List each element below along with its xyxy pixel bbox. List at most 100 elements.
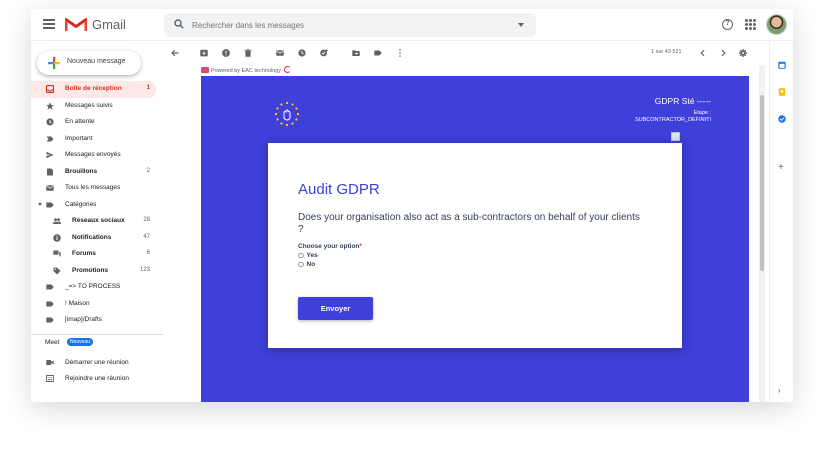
sidebar-item-label: Tous les messages (65, 184, 121, 191)
join-meeting-item[interactable]: Rejoindre une réunion (31, 371, 164, 387)
sidebar-item-label: Promotions (72, 266, 109, 274)
sidebar-item-important[interactable]: Important (31, 131, 156, 148)
radio-no[interactable] (298, 261, 304, 267)
sidebar-item-drafts[interactable]: Brouillons 2 (31, 164, 156, 181)
calendar-icon[interactable] (778, 61, 786, 69)
step-label: Etape : (693, 110, 711, 116)
people-icon (53, 218, 61, 224)
search-input[interactable] (192, 13, 492, 37)
meet-item-label: Démarrer une réunion (65, 359, 129, 366)
compose-button[interactable]: Nouveau message (37, 51, 141, 75)
item-count: 6 (146, 250, 150, 256)
more-icon[interactable] (396, 49, 404, 57)
sidebar-item-maison[interactable]: ! Maison (31, 296, 156, 313)
help-icon[interactable]: ? (722, 19, 733, 30)
sidebar-item-to-process[interactable]: _=> TO PROCESS (31, 279, 156, 296)
option-yes-label: Yes (306, 252, 318, 259)
radio-yes[interactable] (298, 252, 304, 258)
item-count: 2 (146, 167, 150, 174)
important-icon (46, 136, 54, 141)
label-icon (46, 317, 54, 323)
scrollbar-thumb[interactable] (760, 95, 764, 271)
snooze-icon[interactable] (298, 49, 306, 57)
move-to-icon[interactable] (352, 49, 360, 57)
next-icon[interactable] (719, 49, 727, 57)
add-task-icon[interactable] (320, 49, 328, 57)
option-no-label: No (306, 261, 316, 268)
send-icon (46, 151, 54, 159)
sidebar-item-snoozed[interactable]: En attente (31, 114, 156, 131)
powered-by-text: Powered by EAC technology (211, 68, 282, 74)
sidebar-item-label: Notifications (72, 233, 112, 241)
question-text: Does your organisation also act as a sub… (298, 212, 640, 235)
start-meeting-item[interactable]: Démarrer une réunion (31, 355, 164, 371)
sidebar-item-label: Réseaux sociaux (72, 217, 125, 224)
sidebar-item-label: Boîte de réception (65, 85, 122, 92)
report-spam-icon[interactable] (222, 49, 230, 57)
settings-icon[interactable] (739, 49, 747, 57)
delete-icon[interactable] (244, 49, 252, 57)
eac-logo-icon (201, 67, 209, 73)
refresh-icon[interactable] (284, 66, 292, 73)
sidebar-item-label: Brouillons (65, 167, 98, 175)
step-name: SUBCONTRACTOR_DEFINITI (635, 117, 711, 123)
account-avatar[interactable] (766, 14, 787, 35)
sidebar-item-starred[interactable]: Messages suivis (31, 98, 156, 115)
tag-icon (53, 267, 61, 274)
search-bar[interactable] (164, 13, 536, 37)
step-box (671, 132, 680, 141)
gmail-logo-icon[interactable] (65, 16, 87, 32)
send-button[interactable]: Envoyer (298, 297, 373, 320)
inbox-icon (46, 85, 54, 93)
pagination-text: 1 sur 43 521 (651, 49, 682, 55)
left-sidebar: Nouveau message Boîte de réception 1 Mes… (31, 41, 164, 402)
expand-panel-icon[interactable]: › (778, 386, 781, 395)
tasks-icon[interactable] (778, 115, 786, 123)
forum-icon (53, 250, 61, 257)
sidebar-item-label: ! Maison (65, 299, 90, 307)
sidebar-item-label: En attente (65, 118, 95, 125)
expand-caret-icon[interactable] (38, 202, 42, 206)
sidebar-item-inbox[interactable]: Boîte de réception 1 (31, 81, 156, 98)
sidebar-item-sent[interactable]: Messages envoyés (31, 147, 156, 164)
video-icon (46, 360, 54, 365)
folder-list: Boîte de réception 1 Messages suivis En … (31, 81, 164, 329)
archive-icon[interactable] (200, 49, 208, 57)
sidebar-item-categories[interactable]: Catégories (31, 197, 156, 214)
search-icon[interactable] (174, 19, 184, 29)
sidebar-item-social[interactable]: Réseaux sociaux 28 (31, 213, 156, 230)
option-no[interactable]: No (298, 261, 315, 268)
apps-grid-icon[interactable] (745, 19, 756, 30)
mark-unread-icon[interactable] (276, 49, 284, 57)
draft-icon (47, 168, 53, 175)
sidebar-item-all-mail[interactable]: Tous les messages (31, 180, 156, 197)
meet-section-title: Meet (45, 339, 60, 346)
sidebar-item-forums[interactable]: Forums 6 (31, 246, 156, 263)
keyboard-icon (46, 375, 54, 382)
prev-icon[interactable] (699, 49, 707, 57)
star-icon (46, 101, 54, 110)
label-icon[interactable] (374, 49, 382, 57)
main-menu-icon[interactable] (43, 19, 55, 29)
mail-icon (46, 185, 54, 191)
app-name: Gmail (92, 17, 126, 32)
sidebar-item-updates[interactable]: Notifications 47 (31, 230, 156, 247)
sidebar-item-label: Important (65, 134, 93, 142)
new-badge: Nouveau (67, 338, 94, 346)
sidebar-item-promotions[interactable]: Promotions 123 (31, 263, 156, 280)
message-toolbar: 1 sur 43 521 (164, 41, 759, 65)
sidebar-item-imap-drafts[interactable]: [imap]/Drafts (31, 312, 156, 329)
back-arrow-icon[interactable] (171, 49, 179, 57)
gmail-window: Gmail ? Nouveau message (31, 9, 793, 402)
option-yes[interactable]: Yes (298, 252, 318, 259)
sidebar-item-label: _=> TO PROCESS (65, 283, 121, 290)
compose-label: Nouveau message (67, 58, 126, 65)
item-count: 47 (143, 233, 150, 240)
required-mark: * (359, 243, 362, 250)
search-options-icon[interactable] (518, 23, 524, 27)
sidebar-item-label: Messages envoyés (65, 151, 121, 158)
add-addon-icon[interactable]: + (778, 163, 784, 173)
keep-icon[interactable] (778, 88, 786, 96)
sidebar-item-label: [imap]/Drafts (65, 316, 102, 323)
label-icon (46, 202, 54, 207)
